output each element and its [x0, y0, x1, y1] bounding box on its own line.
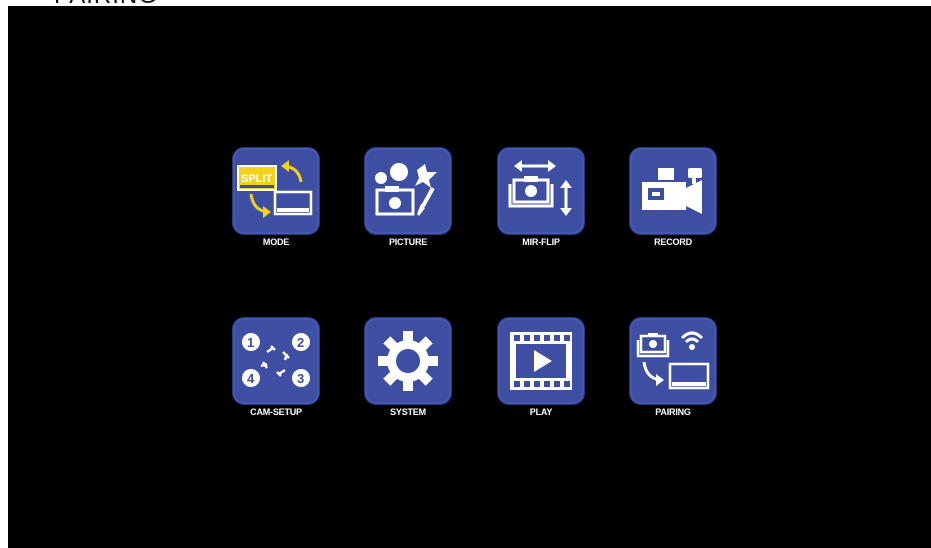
menu-item-pairing[interactable]: PAIRING — [629, 317, 717, 417]
menu-item-label: SYSTEM — [390, 407, 426, 417]
mirror-flip-icon — [497, 147, 585, 235]
menu-item-label: MIR-FLIP — [522, 237, 560, 247]
cam-number: 3 — [297, 371, 304, 386]
menu-item-label: CAM-SETUP — [250, 407, 302, 417]
menu-item-picture[interactable]: PICTURE — [364, 147, 452, 247]
menu-item-label: RECORD — [654, 237, 692, 247]
menu-item-play[interactable]: PLAY — [497, 317, 585, 417]
menu-item-label: MODE — [262, 237, 290, 247]
gear-icon — [364, 317, 452, 405]
play-icon — [497, 317, 585, 405]
menu-item-system[interactable]: SYSTEM — [364, 317, 452, 417]
menu-screen: SPLIT MODE PICTURE MIR-FLIP RECORD 1 2 3… — [8, 6, 931, 548]
cam-number: 1 — [247, 335, 254, 350]
split-text: SPLIT — [241, 173, 272, 185]
menu-item-mode[interactable]: SPLIT MODE — [232, 147, 320, 247]
menu-item-mir-flip[interactable]: MIR-FLIP — [497, 147, 585, 247]
menu-item-record[interactable]: RECORD — [629, 147, 717, 247]
menu-item-label: PLAY — [529, 407, 553, 417]
split-mode-icon: SPLIT — [232, 147, 320, 235]
menu-item-label: PAIRING — [655, 407, 691, 417]
video-camera-icon — [629, 147, 717, 235]
cam-number: 4 — [247, 371, 255, 386]
menu-item-cam-setup[interactable]: 1 2 3 4 CAM-SETUP — [232, 317, 320, 417]
picture-icon — [364, 147, 452, 235]
menu-item-label: PICTURE — [388, 237, 428, 247]
pairing-icon — [629, 317, 717, 405]
camera-setup-icon: 1 2 3 4 — [232, 317, 320, 405]
cam-number: 2 — [297, 335, 304, 350]
